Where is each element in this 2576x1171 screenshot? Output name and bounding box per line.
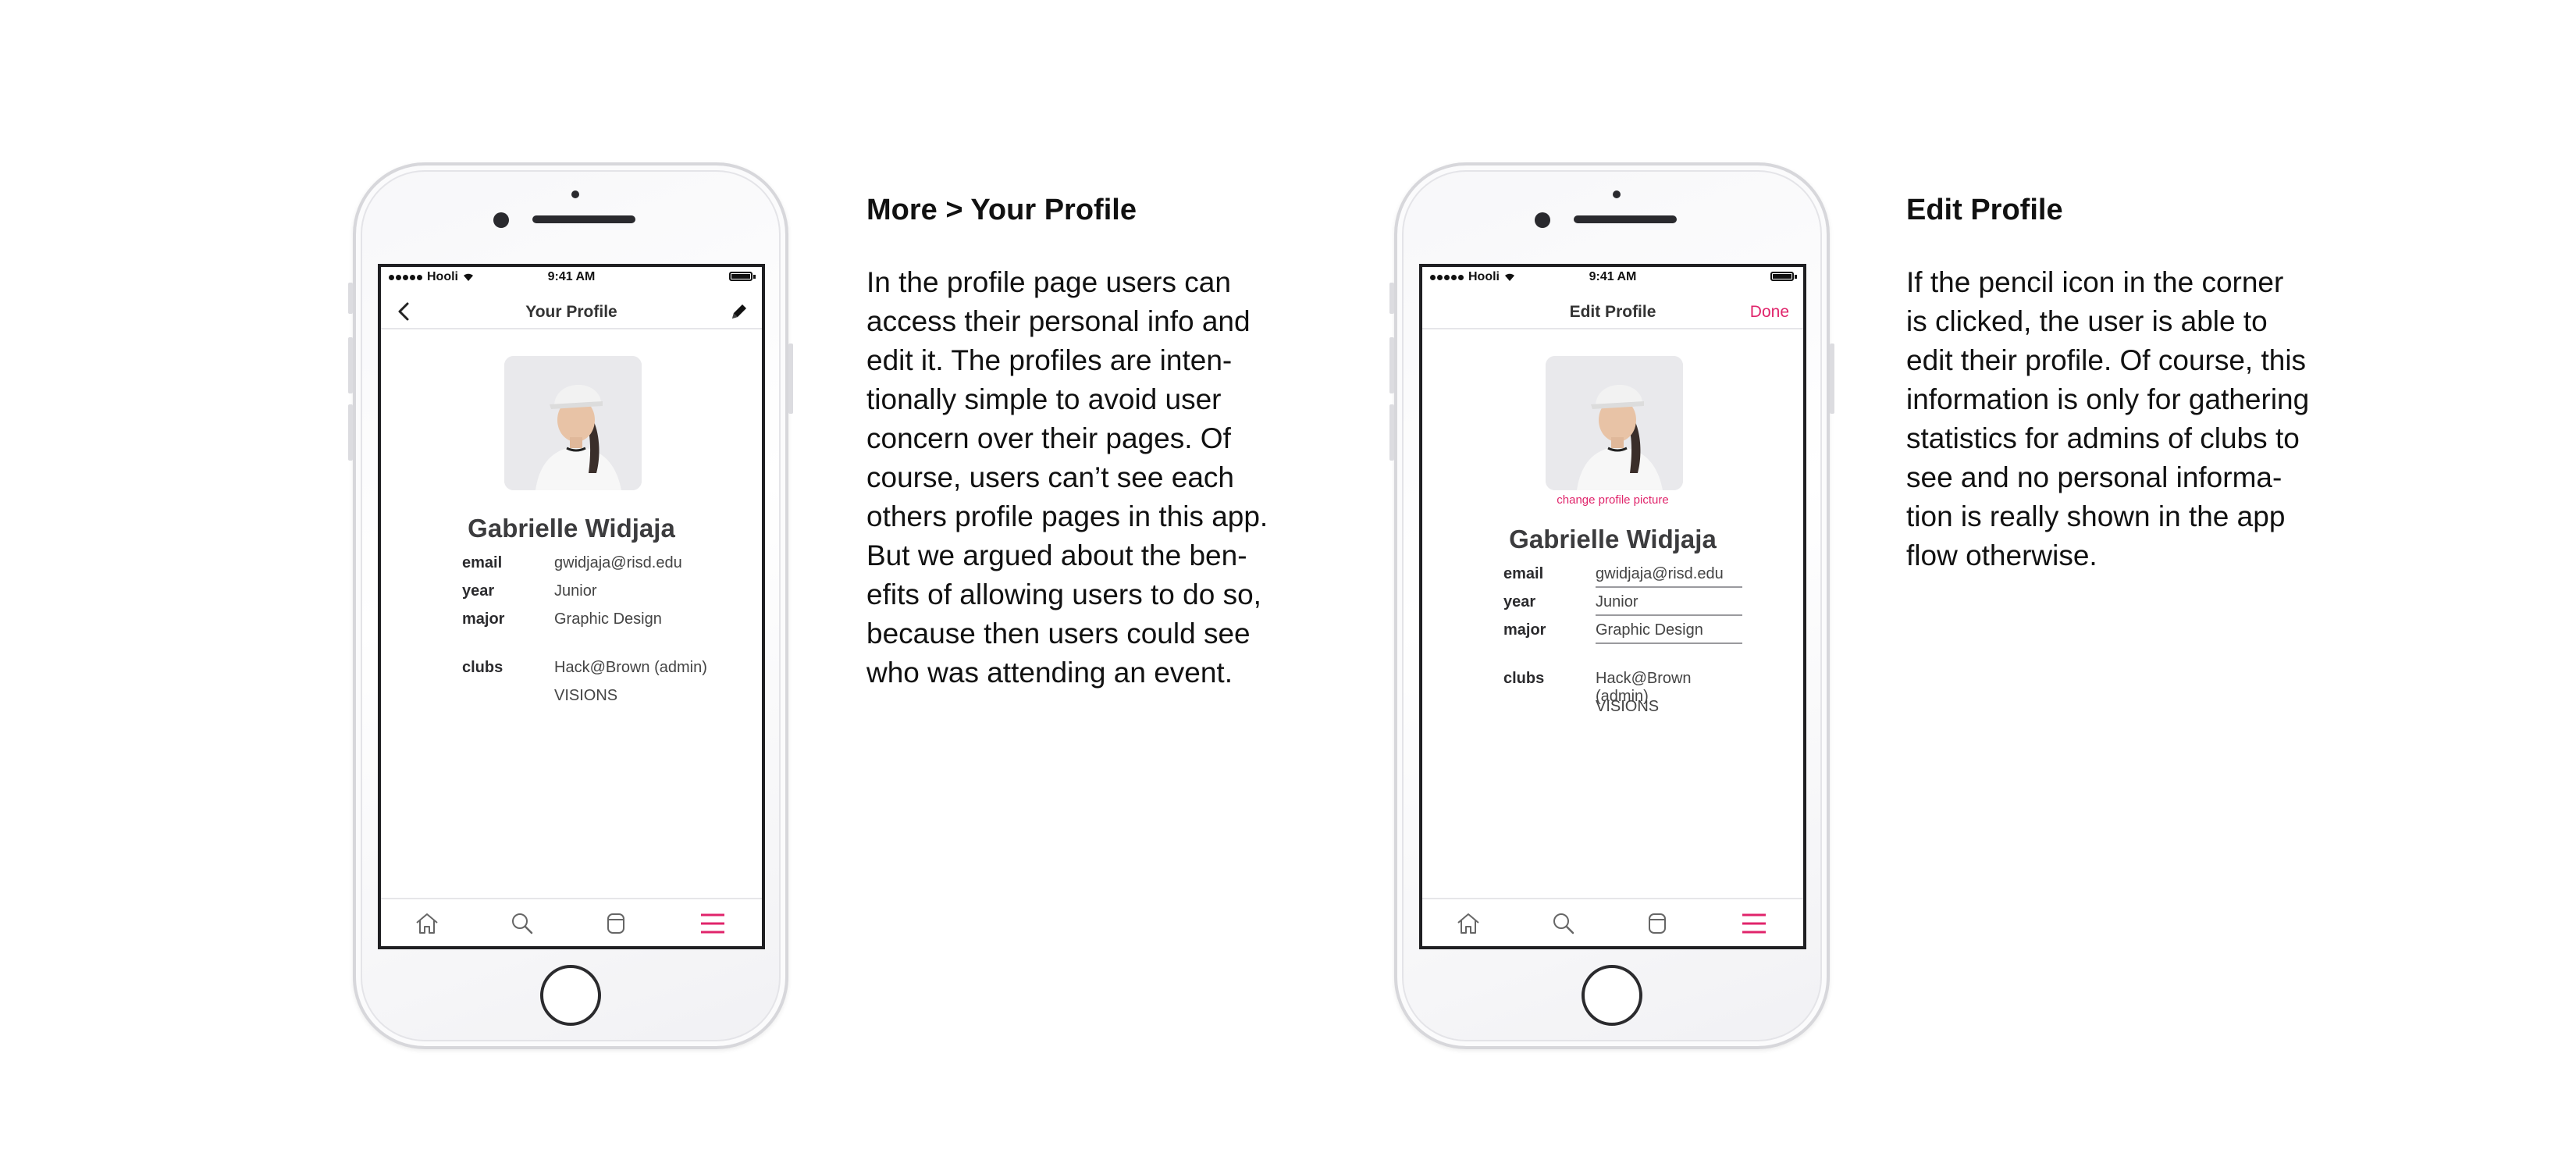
desc2-line: statistics for admins of clubs to <box>1906 422 2300 454</box>
major-field[interactable]: Graphic Design <box>1596 621 1742 644</box>
pencil-edit-icon[interactable] <box>729 301 749 322</box>
front-camera <box>493 212 509 228</box>
tab-bar <box>381 898 762 946</box>
desc2-line: tion is really shown in the app <box>1906 500 2286 532</box>
change-profile-picture-link[interactable]: change profile picture <box>1422 493 1803 507</box>
info-row-year: year Junior <box>1503 593 1772 618</box>
nav-bar: Edit Profile Done <box>1422 294 1803 329</box>
home-button <box>1582 965 1642 1026</box>
info-row-year: year Junior <box>462 582 731 607</box>
profile-description-body: In the profile page users can access the… <box>866 263 1335 692</box>
info-row-clubs-2: VISIONS <box>462 687 731 712</box>
clubs-label: clubs <box>1503 670 1545 687</box>
desc1-line: efits of allowing users to do so, <box>866 578 1261 610</box>
status-bar: Hooli 9:41 AM <box>1422 267 1803 283</box>
desc2-line: is clicked, the user is able to <box>1906 305 2268 337</box>
proximity-sensor <box>571 190 579 198</box>
search-icon[interactable] <box>509 910 535 937</box>
year-label: year <box>1503 593 1536 610</box>
events-icon[interactable] <box>1644 910 1670 937</box>
proximity-sensor <box>1613 190 1621 198</box>
desc1-line: others profile pages in this app. <box>866 500 1268 532</box>
major-value: Graphic Design <box>554 610 662 628</box>
volume-down-button <box>1389 404 1394 461</box>
email-label: email <box>1503 565 1544 582</box>
menu-icon[interactable] <box>699 910 726 937</box>
home-icon[interactable] <box>1455 910 1482 937</box>
status-bar: Hooli 9:41 AM <box>381 267 762 283</box>
home-button <box>540 965 601 1026</box>
volume-down-button <box>348 404 353 461</box>
search-icon[interactable] <box>1550 910 1577 937</box>
earpiece-speaker <box>1574 215 1677 223</box>
front-camera <box>1535 212 1550 228</box>
mute-switch <box>348 283 353 314</box>
year-label: year <box>462 582 495 600</box>
done-button[interactable]: Done <box>1750 303 1789 322</box>
page-title: Your Profile <box>525 303 617 321</box>
info-row-email: email gwidjaja@risd.edu <box>1503 565 1772 590</box>
mute-switch <box>1389 283 1394 314</box>
desc1-line: edit it. The profiles are inten- <box>866 344 1233 376</box>
year-field[interactable]: Junior <box>1596 593 1742 616</box>
menu-icon[interactable] <box>1741 910 1767 937</box>
clubs-value-2: VISIONS <box>554 687 618 704</box>
nav-bar: Your Profile <box>381 294 762 329</box>
desc1-line: But we argued about the ben- <box>866 539 1247 571</box>
email-field[interactable]: gwidjaja@risd.edu <box>1596 565 1742 588</box>
info-row-email: email gwidjaja@risd.edu <box>462 554 731 579</box>
events-icon[interactable] <box>603 910 629 937</box>
info-row-clubs: clubs Hack@Brown (admin) <box>1503 670 1772 705</box>
desc2-line: If the pencil icon in the corner <box>1906 266 2284 298</box>
battery-icon <box>1770 272 1797 281</box>
major-label: major <box>1503 621 1546 639</box>
power-button <box>1830 343 1834 414</box>
page-title: Edit Profile <box>1569 303 1656 321</box>
desc1-line: concern over their pages. Of <box>866 422 1231 454</box>
profile-photo[interactable] <box>1546 356 1683 490</box>
desc2-line: information is only for gathering <box>1906 383 2310 415</box>
edit-profile-description: Edit Profile If the pencil icon in the c… <box>1906 194 2375 575</box>
clubs-value: Hack@Brown (admin) <box>554 659 707 676</box>
profile-photo <box>504 356 642 490</box>
profile-name: Gabrielle Widjaja <box>468 514 675 543</box>
earpiece-speaker <box>532 215 635 223</box>
tab-bar <box>1422 898 1803 946</box>
power-button <box>788 343 793 414</box>
major-label: major <box>462 610 505 628</box>
desc1-line: because then users could see <box>866 618 1251 650</box>
status-time: 9:41 AM <box>1589 270 1637 283</box>
volume-up-button <box>348 337 353 393</box>
info-row-major: major Graphic Design <box>1503 621 1772 646</box>
info-row-clubs: clubs Hack@Brown (admin) <box>462 659 731 684</box>
clubs-label: clubs <box>462 659 503 676</box>
desc2-line: see and no personal informa- <box>1906 461 2282 493</box>
info-row-major: major Graphic Design <box>462 610 731 635</box>
phone-mockup-edit-profile: Hooli 9:41 AM Edit Profile Done change p… <box>1389 162 1834 1049</box>
desc1-line: who was attending an event. <box>866 657 1233 689</box>
profile-screen: Hooli 9:41 AM Your Profile Gabrielle Wid… <box>378 264 765 949</box>
profile-description-title: More > Your Profile <box>866 194 1137 226</box>
edit-profile-screen: Hooli 9:41 AM Edit Profile Done change p… <box>1419 264 1806 949</box>
email-label: email <box>462 554 503 571</box>
profile-name: Gabrielle Widjaja <box>1509 525 1717 553</box>
clubs-value-2: VISIONS <box>1596 698 1660 715</box>
desc1-line: In the profile page users can <box>866 266 1231 298</box>
battery-icon <box>729 272 756 281</box>
phone-mockup-profile: Hooli 9:41 AM Your Profile Gabrielle Wid… <box>348 162 793 1049</box>
desc1-line: access their personal info and <box>866 305 1251 337</box>
info-row-clubs-2: VISIONS <box>1503 698 1772 723</box>
desc2-line: edit their profile. Of course, this <box>1906 344 2307 376</box>
year-value: Junior <box>554 582 597 600</box>
edit-profile-description-title: Edit Profile <box>1906 194 2063 226</box>
desc2-line: flow otherwise. <box>1906 539 2097 571</box>
edit-profile-description-body: If the pencil icon in the corner is clic… <box>1906 263 2375 575</box>
volume-up-button <box>1389 337 1394 393</box>
home-icon[interactable] <box>414 910 440 937</box>
email-value: gwidjaja@risd.edu <box>554 554 682 571</box>
desc1-line: tionally simple to avoid user <box>866 383 1222 415</box>
status-time: 9:41 AM <box>547 270 596 283</box>
desc1-line: course, users can’t see each <box>866 461 1234 493</box>
profile-description: More > Your Profile In the profile page … <box>866 194 1335 692</box>
